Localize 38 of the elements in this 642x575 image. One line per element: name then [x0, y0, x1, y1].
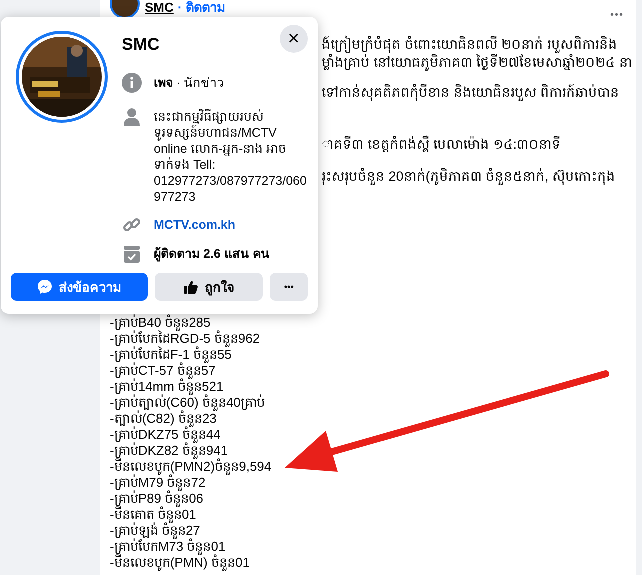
- message-button[interactable]: ส่งข้อความ: [11, 273, 148, 301]
- list-item: -គ្រាប់ត្បាល់(C60) ចំនួន40គ្រាប់: [110, 395, 265, 411]
- post-text: ទៅកាន់សុគតិភពកុំបីខាន និងយោធិនរបួស ពិការក៍ឆាប់បាន: [322, 84, 621, 102]
- list-item: -មីនគោត ចំនួន01: [110, 507, 196, 523]
- post-menu-button[interactable]: •••: [610, 10, 624, 21]
- list-item: -គ្រាប់DKZ75 ចំនួន44: [110, 427, 221, 443]
- list-item: -គ្រាប់បែកM73 ចំនួន01: [110, 539, 226, 555]
- info-icon: [122, 73, 142, 93]
- website-link[interactable]: MCTV.com.kh: [154, 215, 236, 233]
- follow-link[interactable]: · ติดตาม: [178, 0, 226, 18]
- list-item: -គ្រាប់B40 ចំនួន285: [110, 315, 211, 331]
- messenger-icon: [37, 279, 54, 295]
- close-button[interactable]: ×: [280, 25, 308, 53]
- check-box-icon: [122, 244, 142, 264]
- author-link[interactable]: SMC: [145, 0, 174, 15]
- list-item: -ត្បាល់(C82) ចំនួន23: [110, 411, 217, 427]
- page-name[interactable]: SMC: [122, 35, 160, 55]
- post-text: ង៍ក្រៀមក្រំបំផុត ចំពោះយោធិនពលី ២០នាក់ របួសពិការនិង: [322, 36, 618, 54]
- list-item: -គ្រាប់M79 ចំនួន72: [110, 475, 206, 491]
- category-text: เพจ · นักข่าว: [154, 75, 224, 91]
- list-item: -គ្រាប់14mm ចំនួន521: [110, 379, 224, 395]
- more-button[interactable]: •••: [270, 273, 308, 301]
- post-text: ម្លាំងគ្រាប់ នៅយោធភូមិភាគ៣ ថ្ងៃទី២៧ខែមេសាឆ្នាំ២០២៤ នា: [322, 54, 634, 72]
- list-item: -គ្រាប់បែកដៃF-1 ចំនួន55: [110, 347, 232, 363]
- post-text: រុះសរុបចំនួន 20នាក់(ភូមិភាគ៣ ចំនួន៥នាក់, ស៊ុបកោះកុង: [322, 168, 617, 186]
- list-item: -មីនលេខបូក(PMN2)ចំនួន9,594: [110, 459, 272, 475]
- list-item: -គ្រាប់CT-57 ចំនួន57: [110, 363, 216, 379]
- list-item: -មីនលេខបូក(PMN) ចំនួន01: [110, 555, 250, 571]
- followers-text: ผู้ติดตาม 2.6 แสน คน: [154, 246, 270, 262]
- list-item: -គ្រាប់ឡង់ ចំនួន27: [110, 523, 200, 539]
- list-item: -គ្រាប់បែកដៃRGD-5 ចំនួន962: [110, 331, 260, 347]
- list-item: -គ្រាប់DKZ82 ចំនួន941: [110, 443, 228, 459]
- person-icon: [122, 107, 142, 127]
- thumbs-up-icon: [183, 279, 200, 295]
- post-text: ាគទី៣ ខេត្តកំពង់ស្ពឺ បេលាម៉ោង ១៤:៣០នាទី: [322, 136, 562, 154]
- list-item: -គ្រាប់P89 ចំនួន06: [110, 491, 204, 507]
- about-text: នេះជាកម្មវិធីផ្សាយរបស់ ទូរទស្សន៍មហាជន/MCTV online លោក-អ្នក-នាង អាចទាក់ទង Tell: 012977273/087977273/060977273: [154, 108, 308, 205]
- like-button[interactable]: ถูกใจ: [155, 273, 264, 301]
